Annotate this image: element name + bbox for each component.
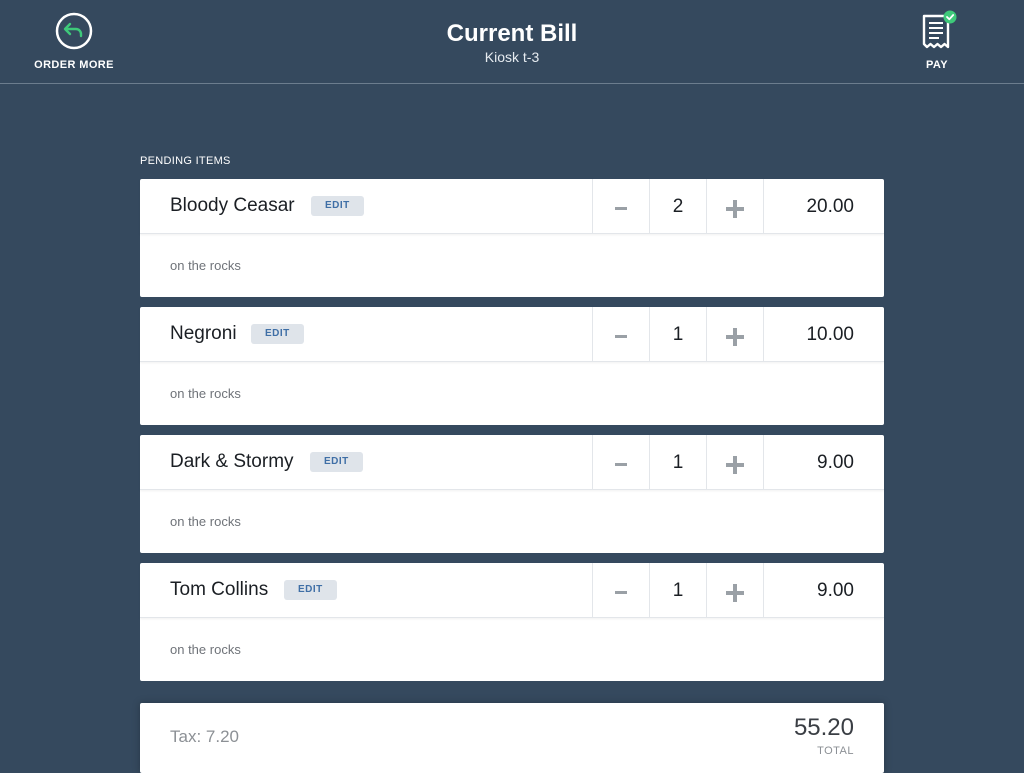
order-more-button[interactable]: ORDER MORE xyxy=(19,10,129,76)
item-name: Negroni xyxy=(170,323,237,344)
decrement-button[interactable] xyxy=(592,435,649,490)
quantity-value: 1 xyxy=(649,435,706,490)
header-bar: ORDER MORE Current Bill Kiosk t-3 PAY xyxy=(0,0,1024,84)
plus-icon xyxy=(726,583,744,602)
bill-summary: Tax: 7.20 55.20 TOTAL xyxy=(140,703,884,773)
quantity-text: 2 xyxy=(672,195,684,217)
item-note: on the rocks xyxy=(170,386,241,401)
item-row: Dark & Stormy EDIT 1 9.00 xyxy=(140,435,884,490)
back-arrow-circle-icon xyxy=(55,12,93,50)
minus-icon xyxy=(615,207,627,210)
total-label: TOTAL xyxy=(817,745,854,757)
title-block: Current Bill Kiosk t-3 xyxy=(312,20,712,65)
item-note: on the rocks xyxy=(170,642,241,657)
increment-button[interactable] xyxy=(706,179,763,234)
edit-button[interactable]: EDIT xyxy=(310,452,363,472)
quantity-value: 1 xyxy=(649,563,706,618)
page-subtitle: Kiosk t-3 xyxy=(484,49,540,65)
tax-amount: Tax: 7.20 xyxy=(170,727,239,746)
increment-button[interactable] xyxy=(706,307,763,362)
item-price: 20.00 xyxy=(763,179,884,234)
item-row: Bloody Ceasar EDIT 2 20.00 xyxy=(140,179,884,234)
plus-icon xyxy=(726,327,744,346)
item-price: 9.00 xyxy=(763,563,884,618)
item-price: 10.00 xyxy=(763,307,884,362)
edit-button[interactable]: EDIT xyxy=(251,324,304,344)
page-title: Current Bill xyxy=(446,20,578,47)
edit-button[interactable]: EDIT xyxy=(311,196,364,216)
pay-button[interactable]: PAY xyxy=(882,10,992,76)
list-item: Dark & Stormy EDIT 1 9.00 on the rocks xyxy=(140,435,884,553)
order-more-label: ORDER MORE xyxy=(34,59,114,71)
quantity-text: 1 xyxy=(672,451,684,473)
list-item: Tom Collins EDIT 1 9.00 on the rocks xyxy=(140,563,884,681)
plus-icon xyxy=(726,199,744,218)
edit-button[interactable]: EDIT xyxy=(284,580,337,600)
plus-icon xyxy=(726,455,744,474)
total-amount: 55.20 xyxy=(793,714,854,741)
receipt-check-icon xyxy=(922,10,957,49)
list-item: Negroni EDIT 1 10.00 on the rocks xyxy=(140,307,884,425)
increment-button[interactable] xyxy=(706,435,763,490)
quantity-text: 1 xyxy=(672,579,684,601)
item-name: Dark & Stormy xyxy=(170,451,294,472)
increment-button[interactable] xyxy=(706,563,763,618)
minus-icon xyxy=(615,335,627,338)
decrement-button[interactable] xyxy=(592,307,649,362)
pending-items-heading: PENDING ITEMS xyxy=(140,155,231,167)
quantity-value: 1 xyxy=(649,307,706,362)
list-item: Bloody Ceasar EDIT 2 20.00 on the rocks xyxy=(140,179,884,297)
item-name: Bloody Ceasar xyxy=(170,195,295,216)
decrement-button[interactable] xyxy=(592,563,649,618)
quantity-text: 1 xyxy=(672,323,684,345)
item-note: on the rocks xyxy=(170,258,241,273)
item-name: Tom Collins xyxy=(170,579,269,600)
decrement-button[interactable] xyxy=(592,179,649,234)
minus-icon xyxy=(615,591,627,594)
pay-label: PAY xyxy=(926,59,948,71)
item-note: on the rocks xyxy=(170,514,241,529)
minus-icon xyxy=(615,463,627,466)
quantity-value: 2 xyxy=(649,179,706,234)
item-price: 9.00 xyxy=(763,435,884,490)
item-row: Tom Collins EDIT 1 9.00 xyxy=(140,563,884,618)
item-row: Negroni EDIT 1 10.00 xyxy=(140,307,884,362)
